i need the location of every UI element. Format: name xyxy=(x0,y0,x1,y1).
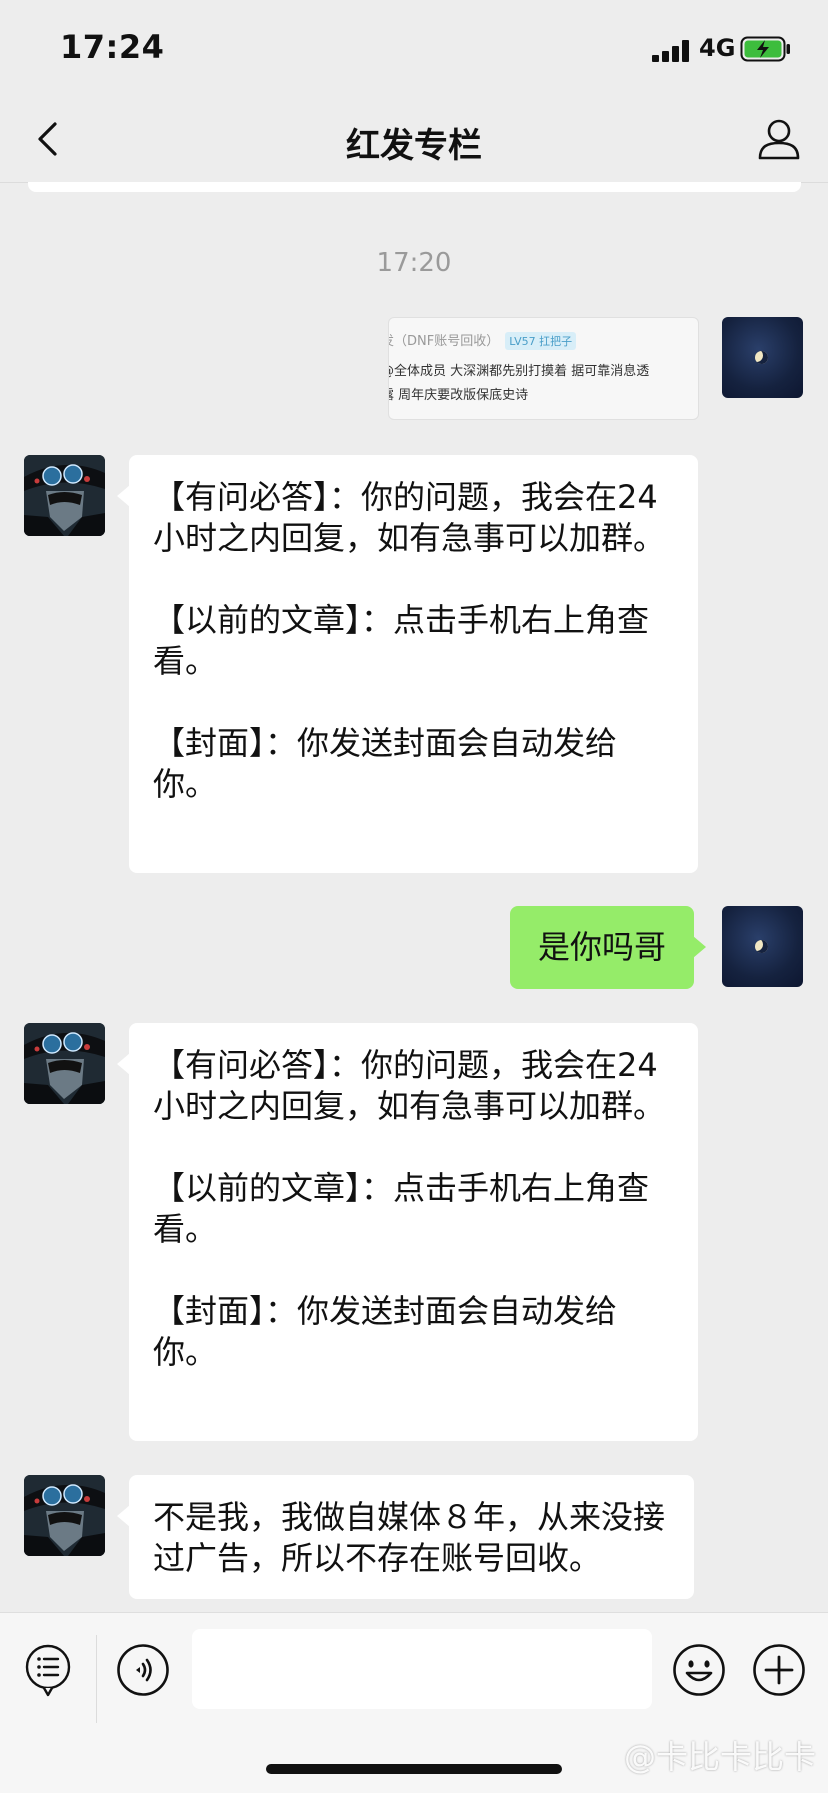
my-avatar[interactable] xyxy=(722,317,803,398)
menu-button[interactable] xyxy=(24,1643,72,1699)
profile-button[interactable] xyxy=(756,116,802,162)
contact-avatar[interactable] xyxy=(24,1475,105,1556)
my-message-bubble[interactable]: 是你吗哥 xyxy=(510,906,707,989)
nav-title: 红发专栏 xyxy=(346,126,482,166)
voice-icon xyxy=(117,1644,169,1696)
contact-avatar[interactable] xyxy=(24,1023,105,1104)
anime-character-avatar xyxy=(24,455,105,536)
auto-reply-articles: 【以前的文章】：点击手机右上角查看。 xyxy=(153,1169,650,1248)
signal-icon xyxy=(652,40,692,62)
auto-reply-qa: 【有问必答】：你的问题，我会在24小时之内回复，如有急事可以加群。 xyxy=(153,478,666,557)
person-icon xyxy=(758,119,800,160)
status-time: 17:24 xyxy=(60,28,165,66)
message-input[interactable] xyxy=(192,1629,652,1709)
reply-message-bubble[interactable]: 不是我，我做自媒体８年，从来没接过广告，所以不存在账号回收。 xyxy=(117,1475,694,1599)
anime-character-avatar xyxy=(24,1023,105,1104)
status-bar: 17:24 4G xyxy=(0,0,828,96)
auto-reply-bubble[interactable]: 【有问必答】：你的问题，我会在24小时之内回复，如有急事可以加群。 【以前的文章… xyxy=(117,455,698,873)
level-badge: LV57 扛把子 xyxy=(505,332,577,350)
plus-button[interactable] xyxy=(752,1643,806,1697)
chat-timestamp: 17:20 xyxy=(376,248,452,278)
quoted-card-text-1: @全体成员 大深渊都先别打摸着 据可靠消息透 xyxy=(388,364,650,379)
quoted-card-group: 发（DNF账号回收） xyxy=(388,334,500,349)
auto-reply-articles: 【以前的文章】：点击手机右上角查看。 xyxy=(153,601,650,680)
nav-bar: 红发专栏 xyxy=(0,96,828,183)
voice-button[interactable] xyxy=(116,1643,170,1697)
reply-message-text: 不是我，我做自媒体８年，从来没接过广告，所以不存在账号回收。 xyxy=(153,1498,666,1577)
my-avatar[interactable] xyxy=(722,906,803,987)
moon-icon xyxy=(755,940,768,953)
emoji-button[interactable] xyxy=(672,1643,726,1697)
anime-character-avatar xyxy=(24,1475,105,1556)
input-divider xyxy=(96,1635,97,1723)
smiley-icon xyxy=(673,1644,725,1696)
contact-avatar[interactable] xyxy=(24,455,105,536)
quoted-card-text-2: 露 周年庆要改版保底史诗 xyxy=(388,388,529,403)
auto-reply-cover: 【封面】：你发送封面会自动发给你。 xyxy=(153,724,618,803)
my-message-text: 是你吗哥 xyxy=(538,928,667,966)
auto-reply-qa: 【有问必答】：你的问题，我会在24小时之内回复，如有急事可以加群。 xyxy=(153,1046,666,1125)
battery-icon xyxy=(740,36,792,62)
previous-card-edge xyxy=(28,182,801,192)
moon-icon xyxy=(755,351,768,364)
plus-icon xyxy=(753,1644,805,1696)
auto-reply-cover: 【封面】：你发送封面会自动发给你。 xyxy=(153,1292,618,1371)
quoted-message-card[interactable]: 发（DNF账号回收） LV57 扛把子 @全体成员 大深渊都先别打摸着 据可靠消息… xyxy=(388,317,699,420)
watermark: @卡比卡比卡 xyxy=(623,1738,816,1776)
home-indicator[interactable] xyxy=(266,1764,562,1774)
auto-reply-bubble[interactable]: 【有问必答】：你的问题，我会在24小时之内回复，如有急事可以加群。 【以前的文章… xyxy=(117,1023,698,1441)
list-icon xyxy=(25,1644,71,1697)
network-type: 4G xyxy=(699,34,736,62)
